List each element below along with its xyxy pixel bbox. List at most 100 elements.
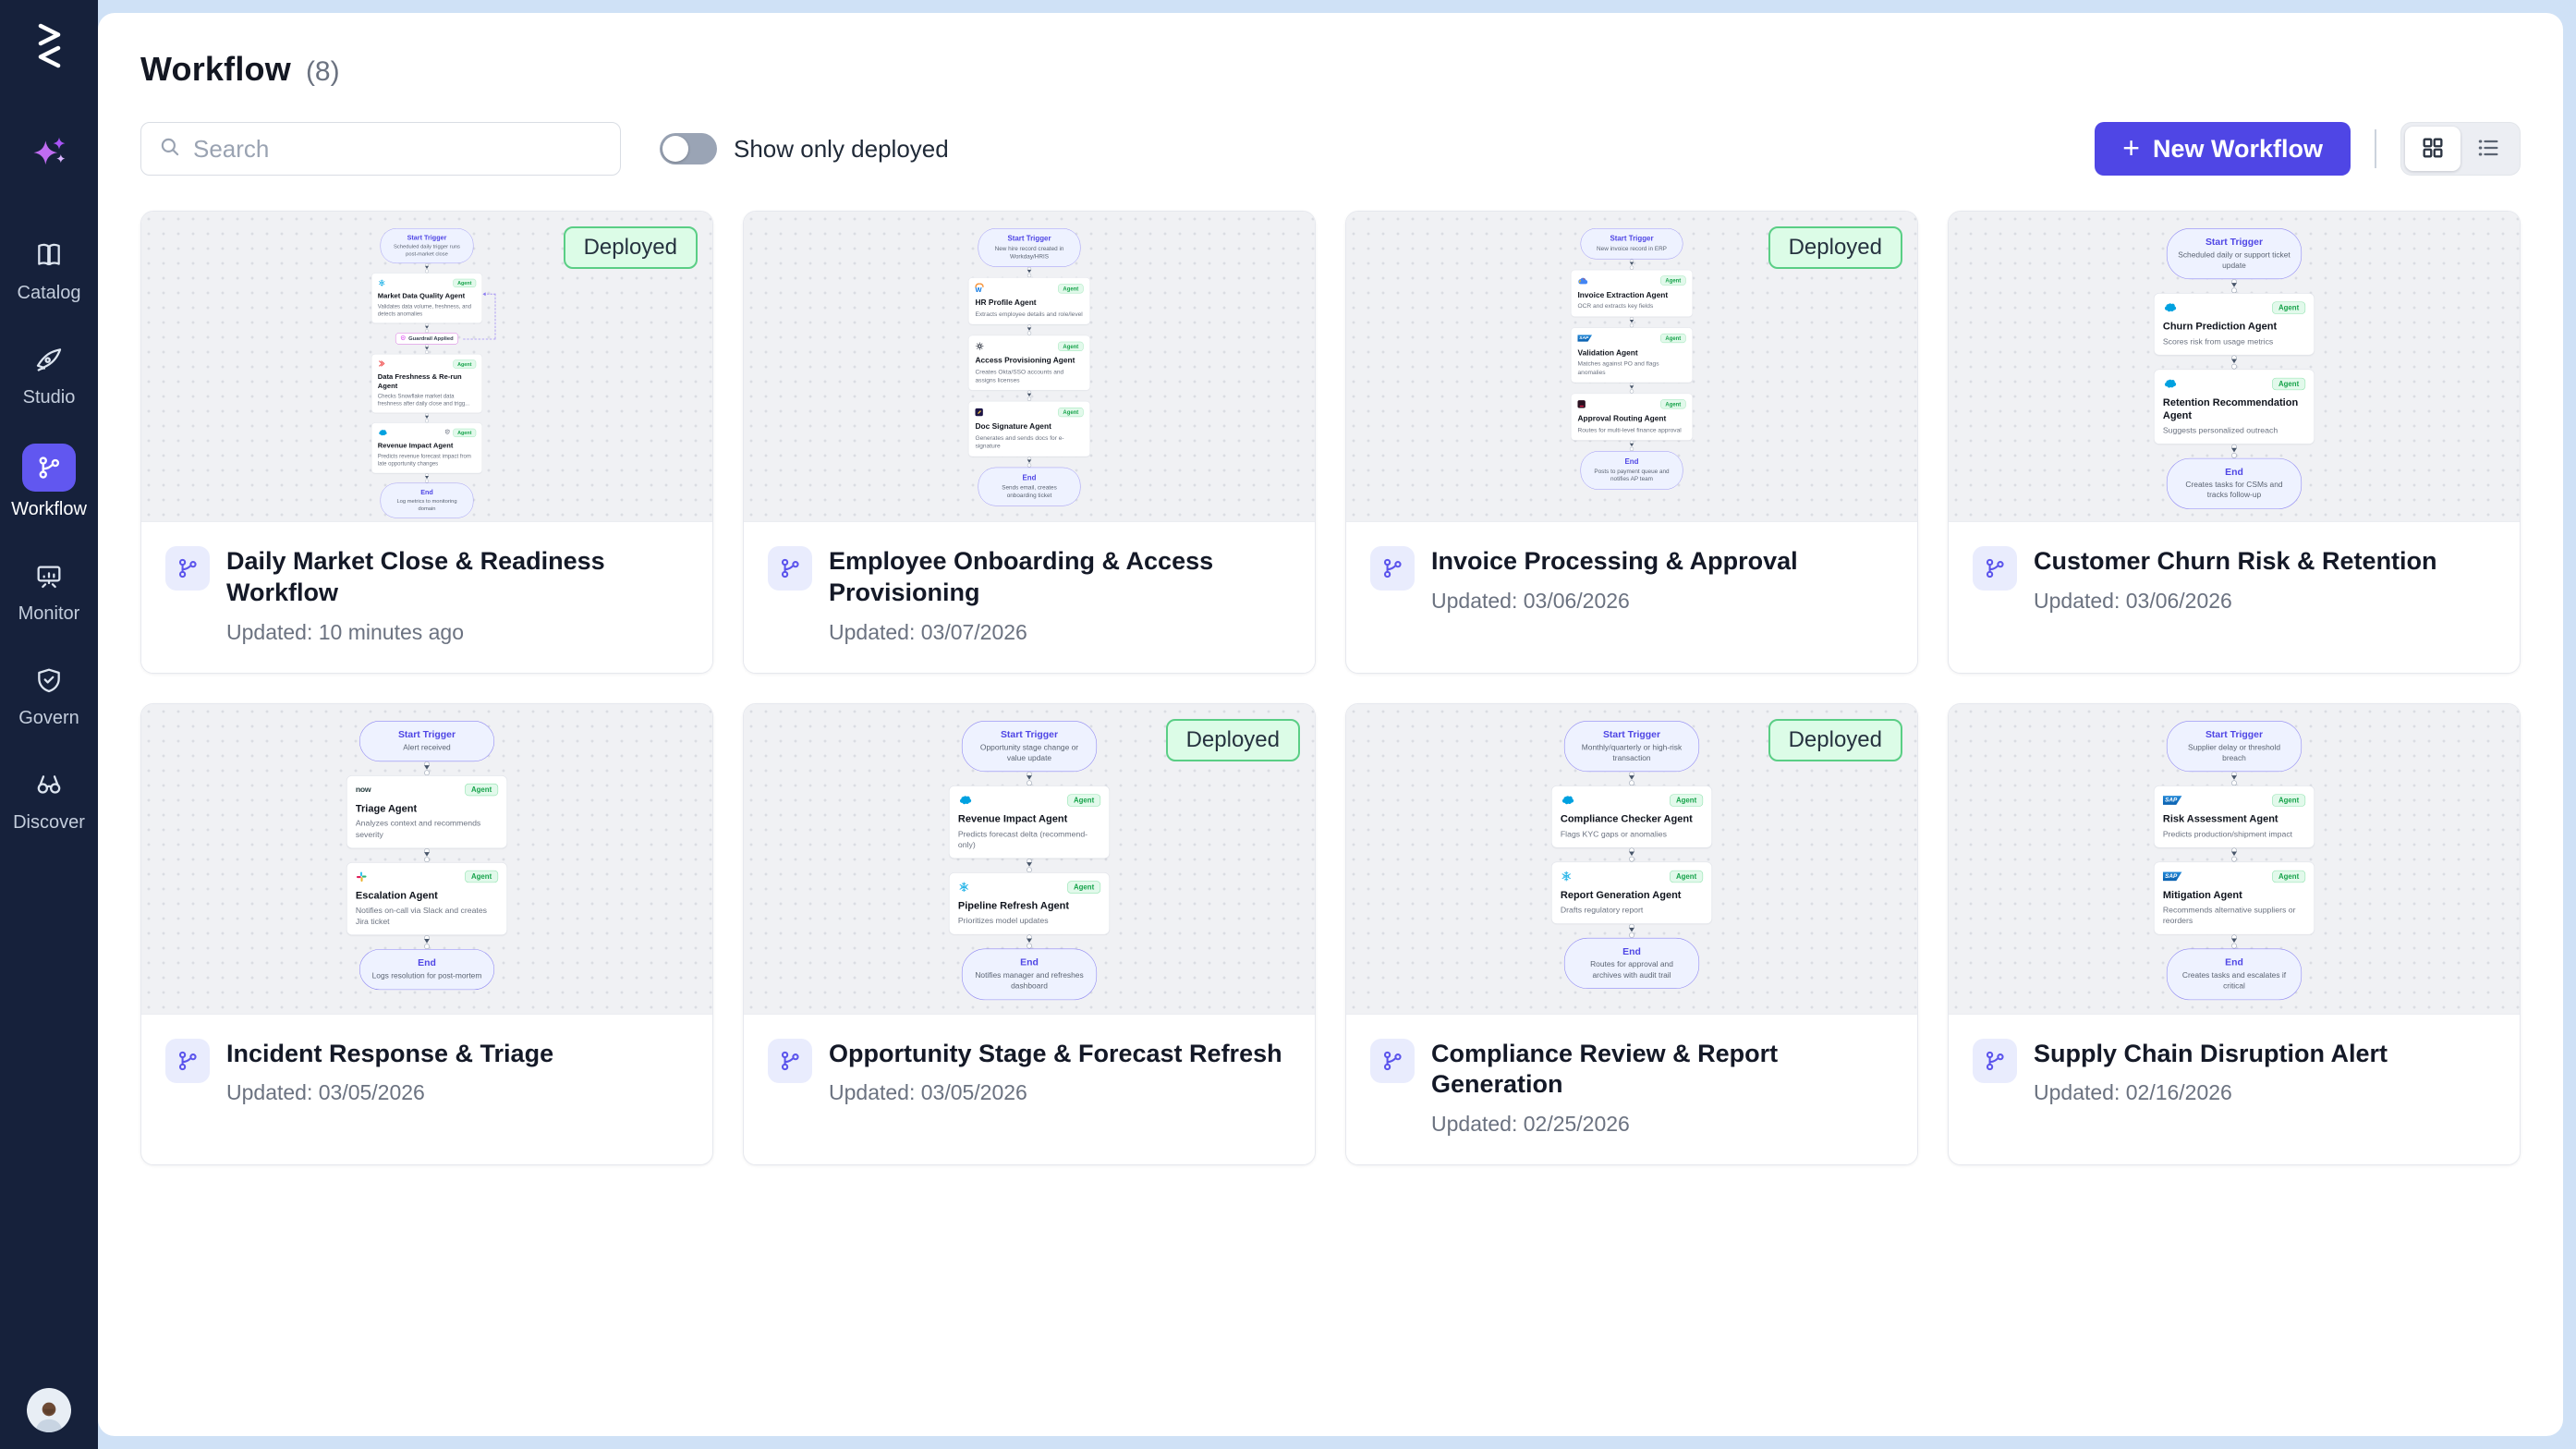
workflow-card[interactable]: Start TriggerAlert receivednowAgentTriag… bbox=[140, 703, 713, 1166]
agent-node: AgentCompliance Checker AgentFlags KYC g… bbox=[1551, 785, 1712, 847]
agent-node: AgentReport Generation AgentDrafts regul… bbox=[1551, 861, 1712, 923]
end-node-desc: Log metrics to monitoring domain bbox=[388, 498, 466, 513]
end-node-title: End bbox=[388, 488, 466, 495]
new-workflow-button[interactable]: + New Workflow bbox=[2095, 122, 2351, 176]
start-trigger-node-desc: Monthly/quarterly or high-risk transacti… bbox=[1575, 742, 1688, 763]
sidebar-item-label: Studio bbox=[23, 387, 76, 408]
workflow-updated: Updated: 10 minutes ago bbox=[226, 620, 688, 645]
end-node-desc: Creates tasks for CSMs and tracks follow… bbox=[2178, 481, 2290, 502]
page-title-text: Workflow bbox=[140, 50, 291, 89]
end-node-desc: Logs resolution for post-mortem bbox=[371, 970, 483, 980]
agent-node: nowAgentTriage AgentAnalyzes context and… bbox=[346, 774, 507, 847]
flow-connector bbox=[1630, 441, 1634, 451]
show-deployed-toggle[interactable] bbox=[660, 133, 717, 164]
agent-node: AgentInvoice Extraction AgentOCR and ext… bbox=[1571, 270, 1693, 317]
guardrail-chip: Guardrail Applied bbox=[395, 333, 458, 344]
agent-badge: Agent bbox=[2272, 301, 2305, 313]
sidebar-item-studio[interactable]: Studio bbox=[0, 339, 98, 408]
workflow-card[interactable]: Deployed Start TriggerOpportunity stage … bbox=[743, 703, 1316, 1166]
search-box[interactable] bbox=[140, 122, 621, 176]
grid-view-button[interactable] bbox=[2405, 127, 2461, 171]
start-trigger-node: Start TriggerScheduled daily or support … bbox=[2167, 228, 2302, 279]
snowflake-icon bbox=[1561, 870, 1573, 882]
sparkle-icon[interactable] bbox=[29, 134, 69, 179]
search-input[interactable] bbox=[193, 135, 603, 164]
end-node-title: End bbox=[987, 473, 1072, 481]
sidebar-item-label: Workflow bbox=[11, 499, 87, 520]
toolbar-right: + New Workflow bbox=[2095, 122, 2521, 176]
agent-node-title: Triage Agent bbox=[356, 802, 498, 815]
start-trigger-node-desc: Supplier delay or threshold breach bbox=[2178, 742, 2290, 763]
list-view-button[interactable] bbox=[2461, 127, 2516, 171]
toggle-label: Show only deployed bbox=[734, 135, 949, 164]
flow-connector bbox=[424, 761, 430, 774]
sidebar-item-discover[interactable]: Discover bbox=[0, 764, 98, 834]
flow-connector bbox=[425, 413, 429, 422]
workflow-card[interactable]: Deployed Start TriggerMonthly/quarterly … bbox=[1345, 703, 1918, 1166]
workflow-diagram: Start TriggerScheduled daily or support … bbox=[2154, 228, 2315, 398]
agent-node-desc: Drafts regulatory report bbox=[1561, 905, 1703, 916]
toggle-knob bbox=[662, 136, 688, 162]
workflow-card[interactable]: Start TriggerNew hire record created in … bbox=[743, 211, 1316, 674]
flow-connector bbox=[424, 935, 430, 949]
card-footer: Supply Chain Disruption Alert Updated: 0… bbox=[1949, 1015, 2520, 1134]
salesforce-icon bbox=[958, 795, 972, 806]
workflow-updated: Updated: 03/06/2026 bbox=[2034, 589, 2437, 614]
start-trigger-node-title: Start Trigger bbox=[2178, 237, 2290, 248]
sidebar-item-catalog[interactable]: Catalog bbox=[0, 235, 98, 304]
grid-view-icon bbox=[2420, 135, 2446, 164]
end-node-title: End bbox=[371, 956, 483, 968]
workflow-title: Customer Churn Risk & Retention bbox=[2034, 546, 2437, 578]
agent-node-desc: Analyzes context and recommends severity bbox=[356, 818, 498, 839]
sap-icon: SAP bbox=[2163, 795, 2182, 804]
agent-node-desc: Predicts production/shipment impact bbox=[2163, 829, 2305, 840]
flow-connector bbox=[2231, 847, 2237, 861]
main-area: Workflow (8) Show only deployed + New Wo bbox=[98, 0, 2576, 1449]
end-node-title: End bbox=[2178, 956, 2290, 968]
workflow-card[interactable]: Deployed Start TriggerScheduled daily tr… bbox=[140, 211, 713, 674]
agent-node-title: Revenue Impact Agent bbox=[378, 442, 476, 451]
gcloud-icon bbox=[1577, 276, 1587, 285]
agent-node-desc: Extracts employee details and role/level bbox=[975, 310, 1083, 319]
agent-node-title: Validation Agent bbox=[1577, 348, 1685, 358]
agent-badge: Agent bbox=[465, 783, 498, 795]
workflow-card[interactable]: Start TriggerScheduled daily or support … bbox=[1948, 211, 2521, 674]
brand-logo-icon[interactable] bbox=[27, 20, 71, 77]
agent-node-desc: Predicts forecast delta (recommend-only) bbox=[958, 829, 1100, 850]
workflow-diagram: Start TriggerAlert receivednowAgentTriag… bbox=[346, 721, 507, 891]
sidebar-item-workflow[interactable]: Workflow bbox=[0, 444, 98, 520]
agent-node-title: Market Data Quality Agent bbox=[378, 292, 476, 301]
salesforce-icon bbox=[2163, 302, 2177, 313]
govern-icon bbox=[29, 660, 69, 700]
agent-node: AgentData Freshness & Re-run AgentChecks… bbox=[371, 354, 482, 413]
agent-badge: Agent bbox=[2272, 794, 2305, 806]
end-node: EndPosts to payment queue and notifies A… bbox=[1581, 451, 1683, 490]
agent-node-desc: Validates data volume, freshness, and de… bbox=[378, 303, 476, 318]
agent-node-desc: Flags KYC gaps or anomalies bbox=[1561, 829, 1703, 840]
card-footer: Incident Response & Triage Updated: 03/0… bbox=[141, 1015, 712, 1134]
end-node: EndNotifies manager and refreshes dashbo… bbox=[962, 948, 1097, 999]
start-trigger-node-title: Start Trigger bbox=[987, 235, 1072, 243]
agent-node-desc: Prioritizes model updates bbox=[958, 916, 1100, 927]
flow-connector bbox=[1630, 317, 1634, 327]
card-footer: Opportunity Stage & Forecast Refresh Upd… bbox=[744, 1015, 1315, 1134]
agent-node: SAPAgentMitigation AgentRecommends alter… bbox=[2154, 861, 2315, 934]
start-trigger-node-title: Start Trigger bbox=[973, 728, 1086, 739]
toolbar-divider bbox=[2375, 129, 2376, 168]
agent-badge: Agent bbox=[453, 429, 476, 437]
agent-node-title: Doc Signature Agent bbox=[975, 422, 1083, 432]
end-node-title: End bbox=[2178, 466, 2290, 477]
agent-badge: Agent bbox=[465, 871, 498, 883]
view-switcher bbox=[2400, 122, 2521, 176]
sap-icon: SAP bbox=[2163, 871, 2182, 881]
agent-node-desc: Scores risk from usage metrics bbox=[2163, 336, 2305, 347]
sidebar-item-govern[interactable]: Govern bbox=[0, 660, 98, 729]
plus-icon: + bbox=[2122, 133, 2140, 163]
workflow-title: Supply Chain Disruption Alert bbox=[2034, 1039, 2388, 1070]
start-trigger-node-title: Start Trigger bbox=[371, 728, 483, 739]
workflow-card[interactable]: Start TriggerSupplier delay or threshold… bbox=[1948, 703, 2521, 1166]
user-avatar[interactable] bbox=[27, 1388, 71, 1432]
workflow-card[interactable]: Deployed Start TriggerNew invoice record… bbox=[1345, 211, 1918, 674]
flow-connector bbox=[1629, 772, 1634, 785]
sidebar-item-monitor[interactable]: Monitor bbox=[0, 555, 98, 625]
